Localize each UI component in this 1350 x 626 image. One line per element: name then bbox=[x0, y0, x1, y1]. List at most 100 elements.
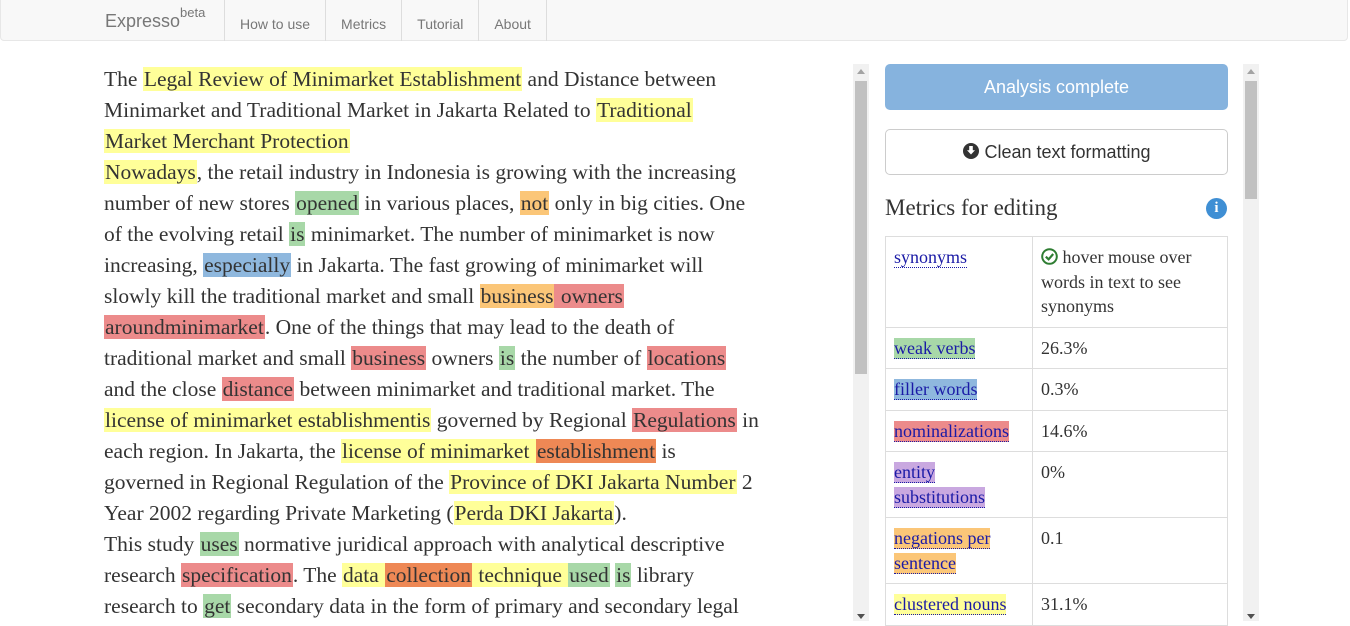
text-segment: owners bbox=[426, 346, 499, 370]
text-segment: of the evolving retail bbox=[104, 222, 290, 246]
highlighted-word[interactable]: Nowadays bbox=[104, 160, 197, 184]
panel-scrollbar-thumb[interactable] bbox=[1245, 81, 1257, 199]
text-line: Market Merchant Protection bbox=[104, 126, 842, 157]
clean-button-label: Clean text formatting bbox=[984, 142, 1151, 162]
nav-menu: How to use Metrics Tutorial About bbox=[224, 0, 547, 41]
metric-value-synonyms: hover mouse over words in text to see sy… bbox=[1041, 247, 1192, 316]
download-circle-icon bbox=[963, 143, 980, 159]
brand-logo[interactable]: Expressobeta bbox=[105, 1, 205, 41]
highlighted-word[interactable]: business bbox=[351, 346, 427, 370]
text-scrollbar-thumb[interactable] bbox=[855, 81, 867, 374]
metric-value-weak-verbs: 26.3% bbox=[1032, 326, 1228, 369]
metric-label-weak-verbs[interactable]: weak verbs bbox=[894, 337, 976, 359]
text-segment: in various places, bbox=[359, 191, 520, 215]
analysis-complete-button[interactable]: Analysis complete bbox=[885, 64, 1228, 110]
highlighted-word[interactable]: specification bbox=[180, 563, 293, 587]
text-scrollbar[interactable] bbox=[853, 64, 869, 621]
text-segment: research to bbox=[104, 594, 204, 618]
text-segment: minimarket. The number of minimarket is … bbox=[305, 222, 715, 246]
highlighted-word[interactable]: distance bbox=[221, 377, 295, 401]
text-segment: only in big cities. One bbox=[549, 191, 746, 215]
metric-label-filler-words[interactable]: filler words bbox=[894, 379, 978, 400]
highlighted-word[interactable]: aroundminimarket bbox=[104, 315, 265, 339]
highlighted-word[interactable]: used bbox=[568, 563, 610, 587]
highlighted-word[interactable]: owners bbox=[554, 284, 624, 308]
text-segment: 2 bbox=[736, 470, 753, 494]
text-line: traditional market and small business ow… bbox=[104, 343, 842, 374]
text-segment: in bbox=[736, 408, 759, 432]
highlighted-word[interactable]: Market Merchant Protection bbox=[104, 129, 350, 153]
scroll-up-arrow-icon[interactable] bbox=[857, 69, 865, 74]
text-line: research specification. The data collect… bbox=[104, 560, 842, 591]
highlighted-word[interactable]: license of minimarket bbox=[340, 439, 536, 463]
metrics-table: synonyms hover mouse over words in text … bbox=[885, 236, 1228, 626]
text-segment: each region. In Jakarta, the bbox=[104, 439, 341, 463]
brand-beta: beta bbox=[180, 5, 206, 20]
metric-value-filler-words: 0.3% bbox=[1032, 368, 1228, 411]
text-segment: , the retail industry in Indonesia is gr… bbox=[196, 160, 736, 184]
table-row: negations per sentence 0.1 bbox=[885, 517, 1228, 584]
text-line: This study uses normative juridical appr… bbox=[104, 529, 842, 560]
text-segment: . The bbox=[292, 563, 342, 587]
highlighted-word[interactable]: establishment bbox=[535, 439, 657, 463]
metric-label-synonyms[interactable]: synonyms bbox=[894, 247, 968, 268]
highlighted-word[interactable]: Traditional bbox=[596, 98, 693, 122]
text-segment: between minimarket and traditional marke… bbox=[294, 377, 715, 401]
metric-label-clustered-nouns[interactable]: clustered nouns bbox=[894, 594, 1007, 615]
highlighted-word[interactable]: Regulations bbox=[632, 408, 737, 432]
text-segment: is bbox=[656, 439, 676, 463]
metric-label-negations-per-sentence[interactable]: negations per sentence bbox=[894, 528, 991, 574]
highlighted-word[interactable]: is bbox=[615, 563, 632, 587]
highlighted-word[interactable]: collection bbox=[385, 563, 472, 587]
highlighted-word[interactable]: data bbox=[342, 563, 386, 587]
highlighted-word[interactable]: locations bbox=[646, 346, 727, 370]
text-line: Minimarket and Traditional Market in Jak… bbox=[104, 95, 842, 126]
highlighted-word[interactable]: get bbox=[203, 594, 232, 618]
highlighted-word[interactable]: business bbox=[479, 284, 555, 308]
table-row: entity substitutions 0% bbox=[885, 451, 1228, 518]
metric-value-clustered-nouns: 31.1% bbox=[1032, 583, 1228, 626]
text-segment: increasing, bbox=[104, 253, 204, 277]
panel-scrollbar[interactable] bbox=[1243, 64, 1259, 621]
nav-how-to-use[interactable]: How to use bbox=[224, 0, 325, 41]
text-line: slowly kill the traditional market and s… bbox=[104, 281, 842, 312]
nav-tutorial[interactable]: Tutorial bbox=[401, 0, 478, 41]
nav-metrics[interactable]: Metrics bbox=[325, 0, 401, 41]
text-line: and the close distance between minimarke… bbox=[104, 374, 842, 405]
text-segment: the number of bbox=[515, 346, 647, 370]
text-segment: library bbox=[631, 563, 695, 587]
text-line: license of minimarket establishmentis go… bbox=[104, 405, 842, 436]
metric-label-nominalizations[interactable]: nominalizations bbox=[894, 420, 1009, 442]
highlighted-word[interactable]: Legal Review of Minimarket Establishment bbox=[142, 67, 523, 91]
table-row: synonyms hover mouse over words in text … bbox=[885, 236, 1228, 328]
panel-scroll-up-arrow-icon[interactable] bbox=[1247, 69, 1255, 74]
highlighted-word[interactable]: is bbox=[498, 346, 516, 370]
highlighted-word[interactable]: uses bbox=[199, 532, 239, 556]
text-segment: governed by Regional bbox=[431, 408, 633, 432]
highlighted-word[interactable]: Province of DKI Jakarta Number bbox=[449, 470, 737, 494]
text-line: increasing, especially in Jakarta. The f… bbox=[104, 250, 842, 281]
highlighted-word[interactable]: is bbox=[289, 222, 306, 246]
text-line: of the evolving retail is minimarket. Th… bbox=[104, 219, 842, 250]
info-icon[interactable]: i bbox=[1206, 198, 1227, 219]
metric-label-entity-substitutions[interactable]: entity substitutions bbox=[894, 462, 986, 508]
scroll-down-arrow-icon[interactable] bbox=[857, 614, 865, 619]
highlighted-word[interactable]: not bbox=[519, 191, 550, 215]
text-segment: and the close bbox=[104, 377, 222, 401]
highlighted-word[interactable]: technique bbox=[471, 563, 569, 587]
text-segment: in Jakarta. The fast growing of minimark… bbox=[291, 253, 704, 277]
highlighted-word[interactable]: Perda DKI Jakarta bbox=[453, 501, 615, 525]
text-line: number of new stores opened in various p… bbox=[104, 188, 842, 219]
clean-text-formatting-button[interactable]: Clean text formatting bbox=[885, 129, 1228, 175]
highlighted-word[interactable]: opened bbox=[295, 191, 360, 215]
text-segment: Minimarket and Traditional Market in Jak… bbox=[104, 98, 597, 122]
table-row: nominalizations 14.6% bbox=[885, 409, 1228, 452]
analyzed-text-area[interactable]: The Legal Review of Minimarket Establish… bbox=[104, 64, 842, 621]
table-row: filler words 0.3% bbox=[885, 368, 1228, 411]
text-segment: normative juridical approach with analyt… bbox=[238, 532, 725, 556]
text-segment: This study bbox=[104, 532, 200, 556]
panel-scroll-down-arrow-icon[interactable] bbox=[1247, 614, 1255, 619]
nav-about[interactable]: About bbox=[478, 0, 547, 41]
highlighted-word[interactable]: especially bbox=[203, 253, 292, 277]
highlighted-word[interactable]: license of minimarket establishmentis bbox=[104, 408, 432, 432]
